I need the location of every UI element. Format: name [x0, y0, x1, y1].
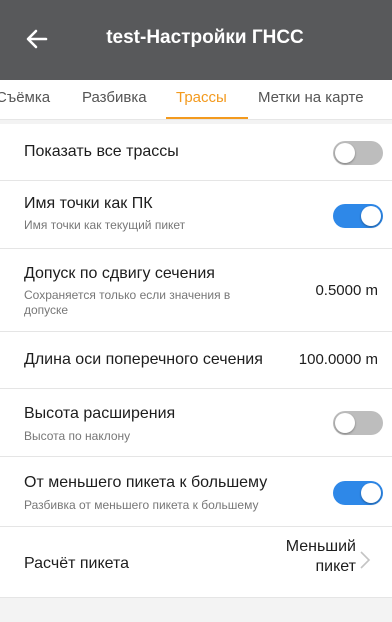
setting-station-calc[interactable]: Расчёт пикета Меньший пикет: [0, 527, 392, 598]
setting-value: Меньший пикет: [286, 537, 356, 577]
chevron-right-icon: [360, 551, 371, 569]
setting-subtitle: Высота по наклону: [24, 429, 131, 443]
point-name-as-pk-toggle[interactable]: [333, 204, 383, 228]
setting-value-line1: Меньший: [285, 538, 356, 555]
setting-value: 100.0000 m: [298, 351, 378, 368]
page-title: test-Настройки ГНСС: [106, 27, 304, 48]
setting-title: Высота расширения: [24, 405, 176, 422]
setting-point-name-as-pk[interactable]: Имя точки как ПК Имя точки как текущий п…: [0, 181, 392, 249]
smaller-to-larger-toggle[interactable]: [333, 481, 383, 505]
setting-subtitle: Разбивка от меньшего пикета к большему: [24, 498, 259, 512]
setting-cross-section-axis-length[interactable]: Длина оси поперечного сечения 100.0000 m: [0, 332, 392, 389]
extension-height-toggle[interactable]: [333, 411, 383, 435]
setting-value-line2: пикет: [315, 558, 356, 575]
tab-stakeout[interactable]: Разбивка: [82, 89, 147, 106]
show-all-routes-toggle[interactable]: [333, 141, 383, 165]
tab-map-labels[interactable]: Метки на карте: [258, 89, 364, 106]
app-header: test-Настройки ГНСС: [0, 0, 392, 80]
setting-subtitle: Сохраняется только если значения в допус…: [24, 288, 231, 317]
setting-title: Расчёт пикета: [24, 555, 130, 572]
setting-title: От меньшего пикета к большему: [24, 474, 268, 491]
toggle-knob: [335, 413, 355, 433]
setting-subtitle: Имя точки как текущий пикет: [24, 218, 186, 232]
setting-title: Длина оси поперечного сечения: [24, 351, 263, 368]
active-tab-indicator: [166, 117, 248, 119]
setting-title: Допуск по сдвигу сечения: [24, 265, 215, 282]
setting-show-all-routes[interactable]: Показать все трассы: [0, 124, 392, 181]
toggle-knob: [335, 143, 355, 163]
setting-title: Имя точки как ПК: [24, 195, 153, 212]
toggle-knob: [361, 483, 381, 503]
setting-section-offset-tolerance[interactable]: Допуск по сдвигу сечения Сохраняется тол…: [0, 249, 392, 332]
setting-smaller-to-larger[interactable]: От меньшего пикета к большему Разбивка о…: [0, 457, 392, 527]
toggle-knob: [361, 206, 381, 226]
tab-bar: Съёмка Разбивка Трассы Метки на карте: [0, 80, 392, 120]
tab-routes[interactable]: Трассы: [176, 89, 227, 106]
setting-extension-height[interactable]: Высота расширения Высота по наклону: [0, 389, 392, 457]
setting-value: 0.5000 m: [315, 282, 378, 299]
setting-title: Показать все трассы: [24, 143, 179, 160]
tab-survey[interactable]: Съёмка: [0, 89, 50, 106]
